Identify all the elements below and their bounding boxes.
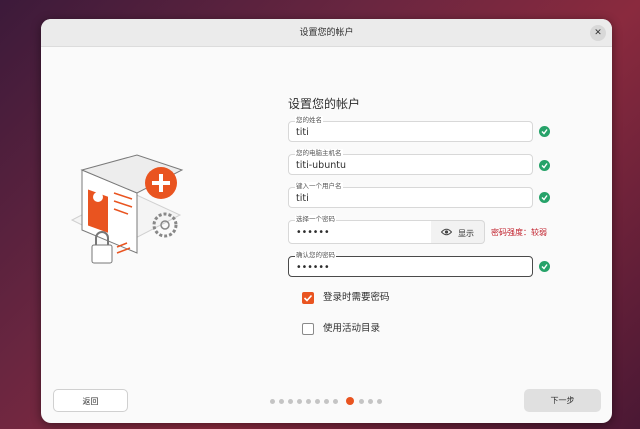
password-value: •••••• xyxy=(296,227,330,238)
active-directory-checkbox[interactable] xyxy=(302,323,314,335)
active-directory-label: 使用活动目录 xyxy=(323,323,381,334)
eye-icon xyxy=(441,228,452,236)
confirm-password-field[interactable]: 确认您的密码 •••••• xyxy=(288,251,533,277)
check-icon xyxy=(539,261,550,272)
page-dot xyxy=(306,399,311,404)
page-dot xyxy=(297,399,302,404)
check-icon xyxy=(539,160,550,171)
username-field[interactable]: 键入一个用户名 titi xyxy=(288,182,533,208)
title-bar: 设置您的帐户 ✕ xyxy=(41,19,612,47)
page-dot xyxy=(377,399,382,404)
page-dot xyxy=(279,399,284,404)
show-password-label: 显示 xyxy=(458,229,474,238)
page-dot xyxy=(270,399,275,404)
check-icon xyxy=(303,294,313,302)
user-account-illustration xyxy=(70,154,184,264)
close-icon: ✕ xyxy=(594,28,602,38)
page-dot xyxy=(368,399,373,404)
show-password-button[interactable]: 显示 xyxy=(431,220,485,244)
page-dot-current xyxy=(346,397,354,405)
name-label: 您的姓名 xyxy=(295,116,323,125)
username-value: titi xyxy=(296,193,309,204)
form-heading: 设置您的帐户 xyxy=(288,97,361,111)
username-label: 键入一个用户名 xyxy=(295,182,343,191)
password-label: 选择一个密码 xyxy=(295,215,336,224)
close-button[interactable]: ✕ xyxy=(590,25,606,41)
page-dot xyxy=(324,399,329,404)
require-password-checkbox[interactable] xyxy=(302,292,314,304)
require-password-label: 登录时需要密码 xyxy=(323,292,390,303)
page-dot xyxy=(288,399,293,404)
hostname-field[interactable]: 您的电脑主机名 titi-ubuntu xyxy=(288,149,533,175)
hostname-value: titi-ubuntu xyxy=(296,160,346,171)
next-button[interactable]: 下一步 xyxy=(524,389,601,412)
confirm-password-label: 确认您的密码 xyxy=(295,251,336,260)
password-field[interactable]: 选择一个密码 •••••• xyxy=(288,215,432,244)
check-icon xyxy=(539,192,550,203)
name-value: titi xyxy=(296,127,309,138)
hostname-label: 您的电脑主机名 xyxy=(295,149,343,158)
password-strength: 密码强度：较弱 xyxy=(491,228,547,237)
back-button[interactable]: 返回 xyxy=(53,389,128,412)
confirm-password-value: •••••• xyxy=(296,262,330,273)
page-dot xyxy=(315,399,320,404)
check-icon xyxy=(539,126,550,137)
name-field[interactable]: 您的姓名 titi xyxy=(288,116,533,142)
window-title: 设置您的帐户 xyxy=(299,28,354,38)
page-dot xyxy=(333,399,338,404)
page-dot xyxy=(359,399,364,404)
